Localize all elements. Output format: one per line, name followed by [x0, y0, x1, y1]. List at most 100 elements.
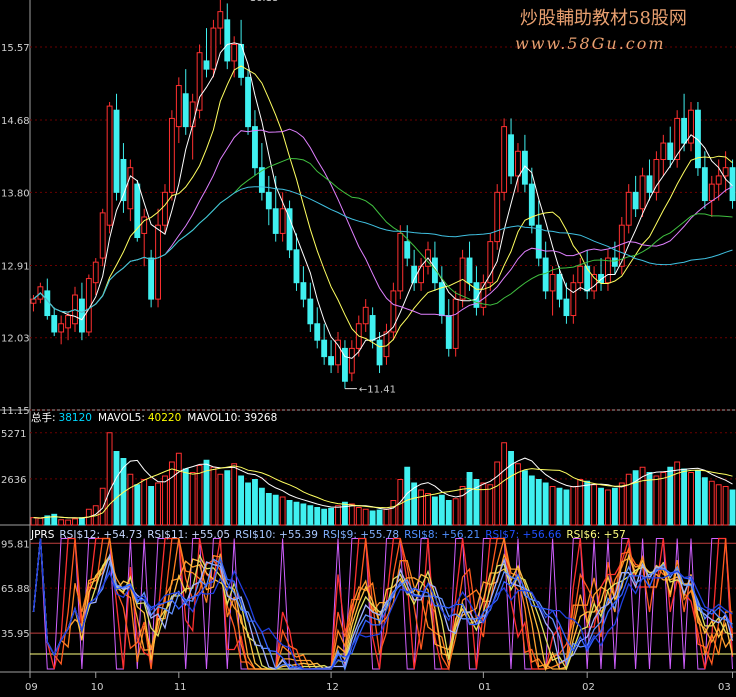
volume-bar: [155, 482, 161, 526]
candle-body: [556, 273, 563, 300]
volume-legend-label: MAVOL10:: [187, 412, 241, 424]
volume-bar: [542, 482, 549, 526]
candle-body: [660, 142, 667, 160]
candle-body: [466, 257, 473, 284]
volume-bar: [563, 489, 570, 526]
volume-bar: [625, 473, 632, 526]
candle-body: [549, 273, 556, 292]
candle-body: [681, 117, 688, 144]
volume-bar: [300, 503, 307, 526]
candle-body: [189, 101, 196, 128]
volume-bar: [168, 461, 175, 526]
volume-bar: [708, 480, 715, 526]
candle-body: [653, 158, 660, 193]
candle-body: [210, 27, 217, 70]
candle-body: [404, 241, 411, 259]
candle-body: [51, 315, 58, 333]
candle-body: [563, 298, 570, 317]
candle-body: [65, 315, 71, 329]
x-tick-label: 03: [718, 682, 731, 693]
candle-body: [362, 306, 369, 325]
x-tick-label: 09: [25, 682, 38, 693]
volume-bar: [556, 487, 563, 526]
candle-body: [542, 257, 549, 292]
candle-body: [708, 183, 715, 202]
volume-bar: [182, 468, 189, 526]
volume-bar: [701, 477, 708, 526]
volume-bar: [231, 463, 238, 526]
volume-bar: [272, 494, 279, 526]
volume-bar: [51, 513, 58, 526]
watermark-url: www.58Gu.com: [515, 34, 666, 53]
candle-body: [632, 191, 639, 210]
volume-bar: [141, 479, 148, 526]
volume-tick-label: 5271: [1, 429, 26, 440]
price-tick-label: 12.03: [1, 334, 30, 345]
candle-body: [515, 150, 521, 177]
candle-body: [245, 76, 251, 128]
candle-body: [722, 167, 729, 177]
volume-bar: [252, 479, 258, 526]
volume-bar: [307, 505, 314, 526]
volume-bar: [438, 494, 445, 526]
volume-bar: [65, 519, 71, 526]
volume-bar: [106, 432, 113, 526]
rsi-legend-item: RSI$12: +54.73: [59, 529, 142, 541]
rsi-tick-label: 95.81: [1, 539, 30, 550]
volume-bar: [148, 486, 155, 526]
volume-bar: [494, 461, 501, 526]
volume-bar: [293, 501, 300, 526]
volume-bar: [217, 473, 224, 526]
volume-bar: [605, 489, 611, 526]
volume-bar: [286, 500, 293, 526]
rsi-legend-item: JPRS: [30, 529, 55, 541]
candle-body: [314, 323, 321, 341]
volume-bar: [660, 472, 667, 526]
volume-bar: [210, 466, 217, 526]
candle-body: [494, 191, 501, 243]
candle-body: [611, 257, 618, 267]
volume-bar: [58, 519, 65, 526]
price-tick-label: 12.91: [1, 261, 30, 272]
x-tick-label: 01: [478, 682, 491, 693]
price-tick-label: 15.57: [1, 43, 30, 54]
volume-legend-value: 38120: [59, 412, 92, 424]
volume-bar: [501, 442, 508, 526]
price-tick-label: 11.15: [1, 406, 30, 417]
x-tick-label: 12: [326, 682, 339, 693]
volume-bar: [369, 510, 376, 526]
candle-body: [58, 323, 65, 333]
candle-body: [175, 85, 182, 128]
volume-bar: [127, 473, 134, 526]
candle-body: [127, 167, 134, 210]
volume-bar: [452, 498, 459, 526]
volume-bar: [37, 517, 44, 526]
volume-bar: [722, 486, 729, 526]
candle-body: [625, 191, 632, 226]
x-tick-label: 11: [174, 682, 187, 693]
rsi-legend-item: RSI$10: +55.39: [235, 529, 318, 541]
volume-legend-value: 39268: [244, 412, 277, 424]
volume-bar: [445, 500, 452, 526]
volume-bar: [674, 461, 681, 526]
price-tick-label: 13.80: [1, 188, 30, 199]
candle-body: [397, 232, 404, 292]
candle-body: [148, 257, 155, 300]
volume-bar: [535, 479, 542, 526]
volume-bar: [431, 496, 438, 526]
candle-body: [196, 52, 203, 111]
volume-bar: [203, 459, 210, 526]
volume-bar: [196, 465, 203, 526]
candle-body: [674, 117, 681, 160]
candle-body: [162, 191, 168, 226]
candle-body: [390, 290, 397, 333]
volume-bar: [598, 487, 604, 526]
volume-bar: [342, 501, 348, 526]
rsi-panel: JPRS RSI$12: +54.73 RSI$11: +55.05 RSI$10: …: [30, 529, 734, 672]
volume-bar: [265, 493, 272, 526]
candle-body: [99, 212, 106, 259]
volume-bar: [355, 507, 362, 526]
rsi-legend-item: RSI$11: +55.05: [147, 529, 230, 541]
volume-bar: [238, 475, 245, 526]
candle-body: [265, 191, 272, 210]
